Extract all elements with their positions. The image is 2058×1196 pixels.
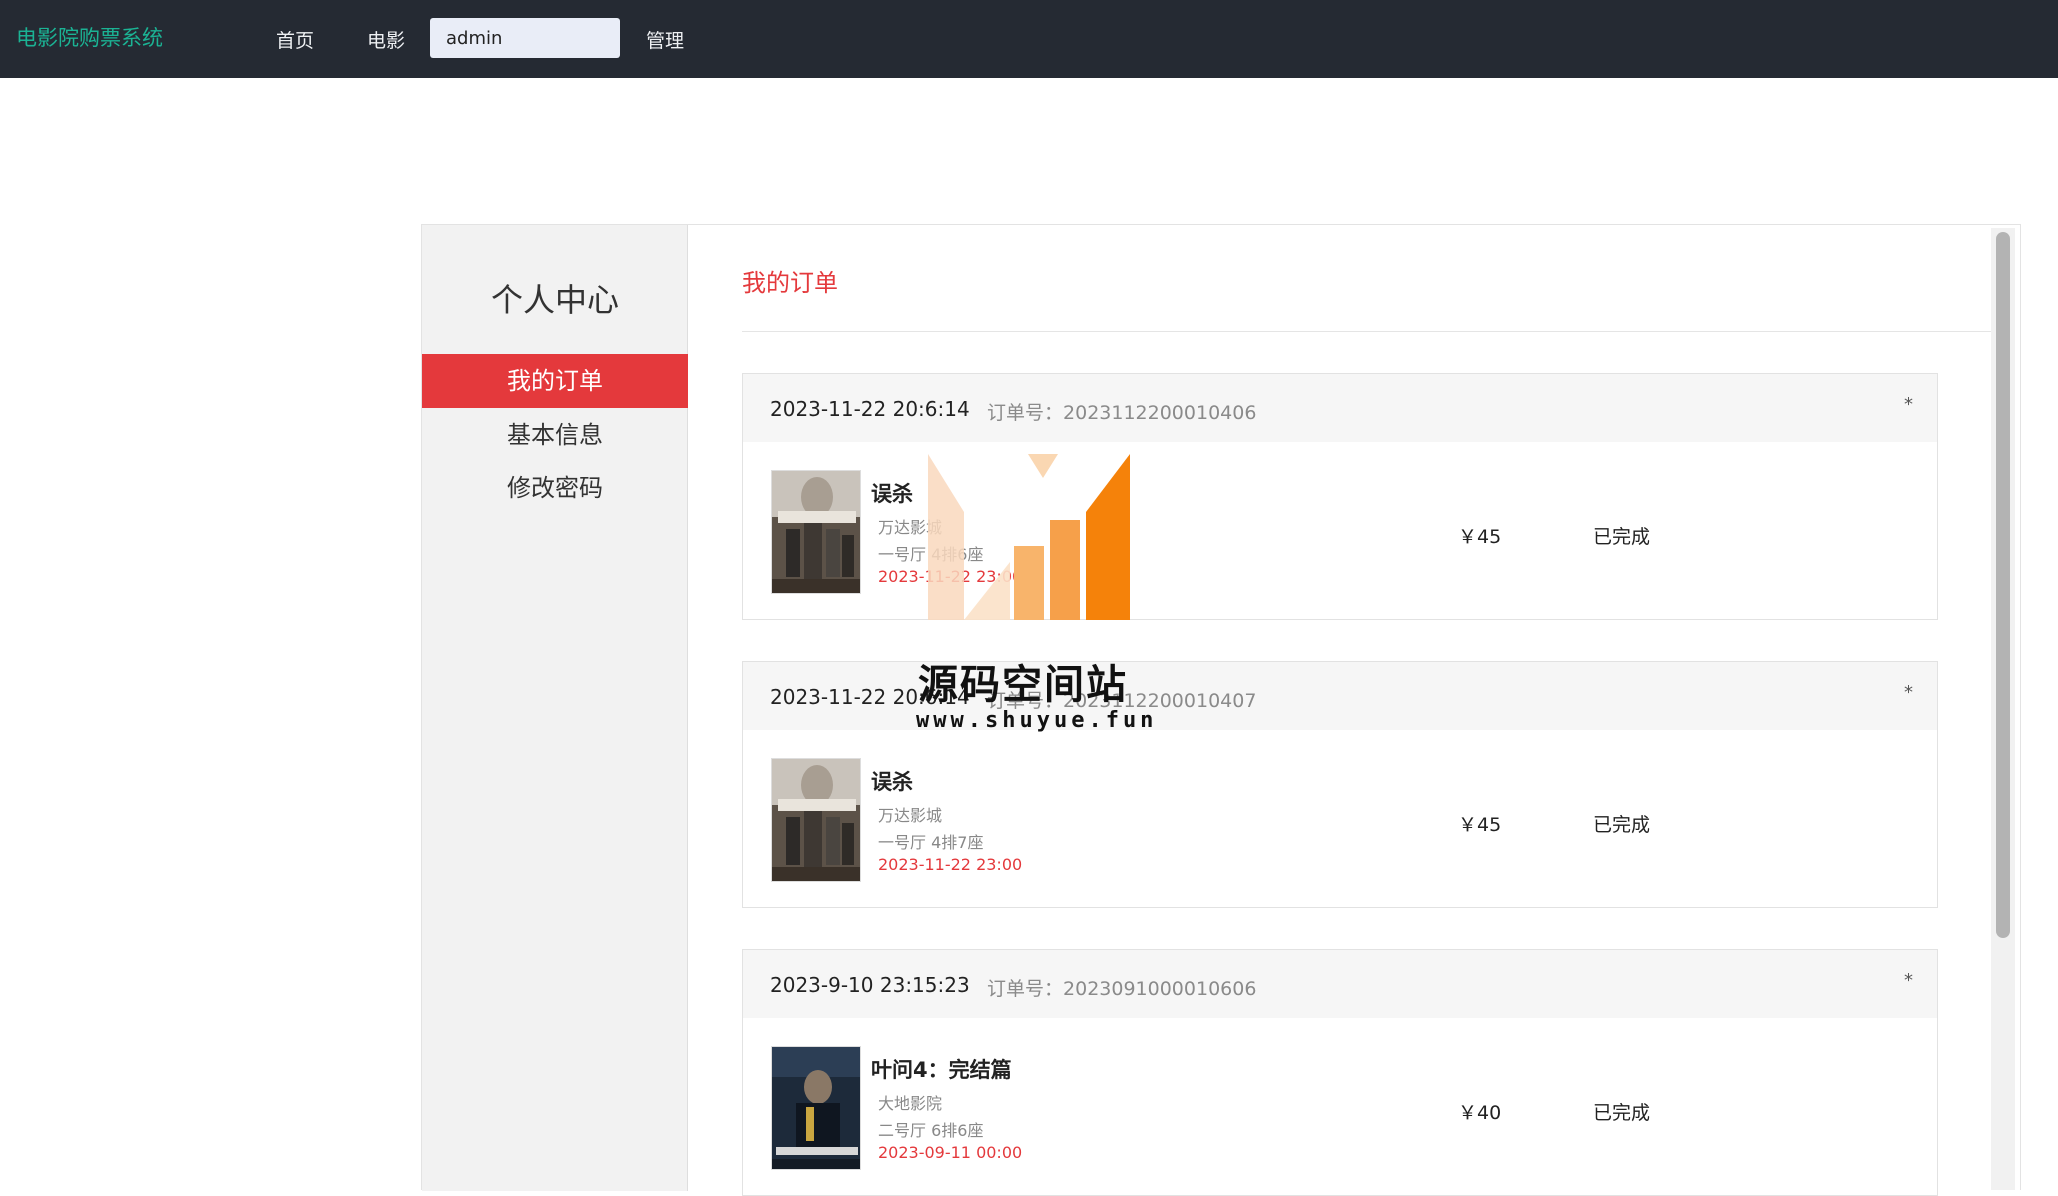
sidebar-item-my-orders[interactable]: 我的订单 — [422, 354, 688, 408]
order-created-time: 2023-9-10 23:15:23 — [770, 973, 970, 997]
order-card: 2023-11-22 20:6:14 订单号：2023112200010406 … — [742, 373, 1938, 620]
cinema-name: 万达影城 — [878, 518, 943, 537]
hall-seat: 一号厅 4排7座 — [878, 833, 984, 852]
order-number-label: 订单号： — [987, 402, 1064, 424]
showtime: 2023-11-22 23:00 — [878, 567, 1023, 586]
sidebar-title: 个人中心 — [490, 281, 619, 319]
top-nav-bar: 电影院购票系统 首页 电影 admin 管理 — [0, 0, 2058, 78]
movie-title[interactable]: 误杀 — [871, 478, 913, 508]
nav-movies-link[interactable]: 电影 — [367, 26, 405, 53]
order-number: 订单号：2023112200010406 — [987, 398, 1256, 425]
order-number-value: 2023091000010606 — [1063, 978, 1257, 1000]
delete-order-button[interactable]: * — [1904, 970, 1913, 991]
sidebar-item-basic-info[interactable]: 基本信息 — [422, 408, 688, 462]
movie-poster-image[interactable] — [771, 758, 861, 882]
delete-order-button[interactable]: * — [1904, 394, 1913, 415]
order-status: 已完成 — [1593, 1102, 1651, 1124]
order-card: 2023-9-10 23:15:23 订单号：2023091000010606 … — [742, 949, 1938, 1196]
cinema-name: 大地影院 — [878, 1094, 943, 1113]
movie-title[interactable]: 叶问4：完结篇 — [871, 1054, 1012, 1084]
hall-seat: 二号厅 6排6座 — [878, 1121, 984, 1140]
order-created-time: 2023-11-22 20:6:14 — [770, 397, 970, 421]
nav-admin-link[interactable]: 管理 — [646, 26, 684, 53]
watermark-url: www.shuyue.fun — [916, 708, 1158, 733]
sidebar-item-change-password[interactable]: 修改密码 — [422, 461, 688, 515]
order-header: 2023-9-10 23:15:23 订单号：2023091000010606 … — [743, 950, 1937, 1018]
site-brand[interactable]: 电影院购票系统 — [16, 22, 163, 52]
personal-center-panel: 个人中心 我的订单 基本信息 修改密码 我的订单 2023-11-22 20:6… — [421, 224, 2021, 1196]
order-number: 订单号：2023091000010606 — [987, 974, 1256, 1001]
order-status: 已完成 — [1593, 526, 1651, 548]
order-price: ￥45 — [1458, 526, 1502, 548]
watermark-title: 源码空间站 — [918, 662, 1128, 708]
nav-user-menu[interactable]: admin — [430, 18, 620, 58]
sidebar: 个人中心 我的订单 基本信息 修改密码 — [422, 225, 688, 1191]
movie-poster-image[interactable] — [771, 470, 861, 594]
order-header: 2023-11-22 20:6:14 订单号：2023112200010406 … — [743, 374, 1937, 442]
movie-title[interactable]: 误杀 — [871, 766, 913, 796]
nav-home-link[interactable]: 首页 — [276, 26, 314, 53]
hall-seat: 一号厅 4排6座 — [878, 545, 984, 564]
title-divider — [742, 331, 2000, 332]
order-price: ￥45 — [1458, 814, 1502, 836]
order-number-label: 订单号： — [987, 978, 1064, 1000]
delete-order-button[interactable]: * — [1904, 682, 1913, 703]
page-title: 我的订单 — [742, 269, 838, 297]
scrollbar-thumb[interactable] — [1996, 232, 2010, 938]
showtime: 2023-09-11 00:00 — [878, 1143, 1023, 1162]
showtime: 2023-11-22 23:00 — [878, 855, 1023, 874]
order-price: ￥40 — [1458, 1102, 1502, 1124]
order-number-value: 2023112200010406 — [1063, 402, 1257, 424]
order-status: 已完成 — [1593, 814, 1651, 836]
movie-poster-image[interactable] — [771, 1046, 861, 1170]
cinema-name: 万达影城 — [878, 806, 943, 825]
orders-content: 我的订单 2023-11-22 20:6:14 订单号：202311220001… — [689, 225, 2000, 1196]
